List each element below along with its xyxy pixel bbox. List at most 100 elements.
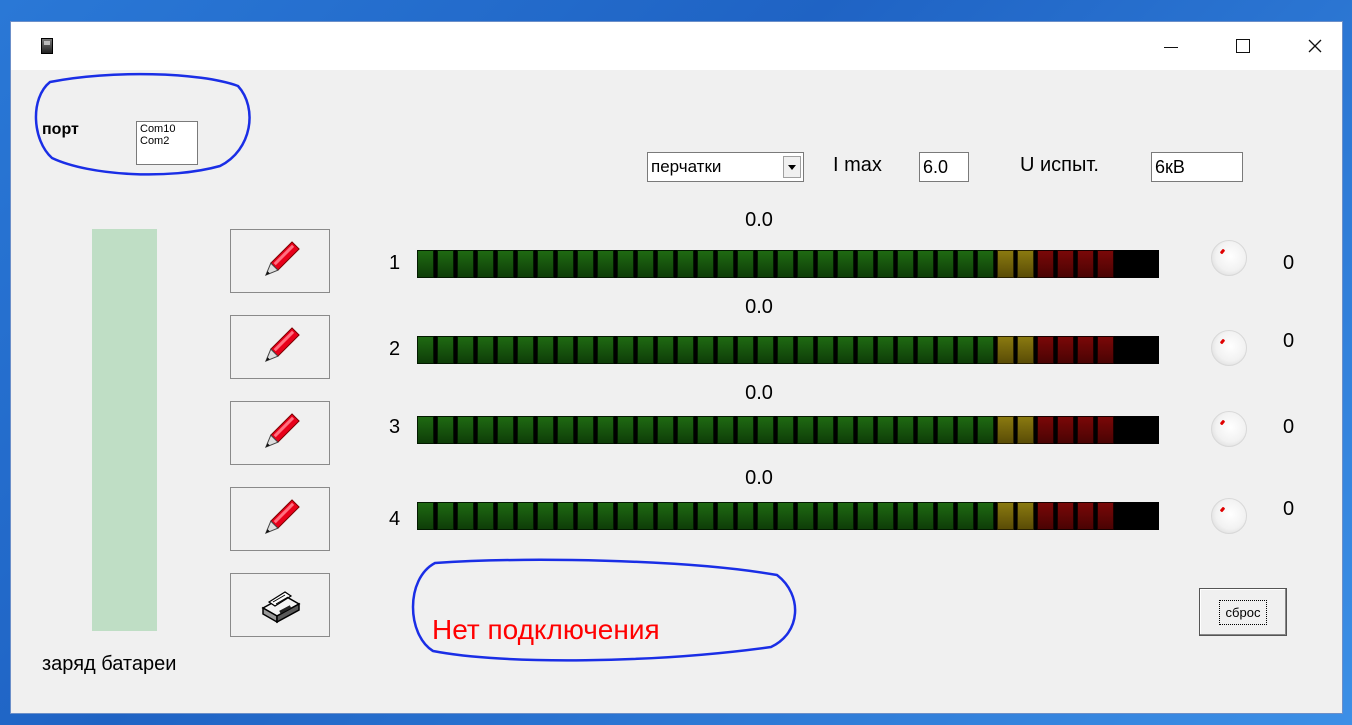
- meter-segment: [517, 336, 534, 364]
- meter-segment: [497, 416, 514, 444]
- meter-segment: [917, 250, 934, 278]
- imax-input[interactable]: 6.0: [919, 152, 969, 182]
- reset-button[interactable]: сброс: [1199, 588, 1287, 636]
- edit-channel-1-button[interactable]: [230, 229, 330, 293]
- edit-channel-4-button[interactable]: [230, 487, 330, 551]
- meter-segment: [817, 250, 834, 278]
- meter-segment: [777, 502, 794, 530]
- meter-segment: [657, 502, 674, 530]
- meter-segment: [717, 416, 734, 444]
- pen-icon: [264, 413, 300, 449]
- meter-segment: [837, 336, 854, 364]
- meter-segment: [977, 416, 994, 444]
- meter-segment: [417, 416, 434, 444]
- channel-3-meter: [417, 416, 1159, 444]
- meter-segment: [737, 502, 754, 530]
- channel-4-number: 4: [389, 508, 401, 530]
- channel-1-knob[interactable]: [1211, 240, 1247, 276]
- meter-segment: [457, 250, 474, 278]
- meter-segment: [557, 336, 574, 364]
- meter-segment: [457, 336, 474, 364]
- meter-segment: [917, 336, 934, 364]
- meter-segment: [877, 502, 894, 530]
- meter-segment: [857, 416, 874, 444]
- chevron-down-icon[interactable]: [783, 156, 801, 178]
- test-voltage-input[interactable]: 6кВ: [1151, 152, 1243, 182]
- meter-segment: [577, 250, 594, 278]
- meter-segment: [477, 250, 494, 278]
- app-icon: [41, 38, 53, 54]
- meter-segment: [437, 416, 454, 444]
- meter-segment: [1037, 416, 1054, 444]
- pen-icon: [264, 241, 300, 277]
- meter-segment: [937, 336, 954, 364]
- pen-icon: [264, 327, 300, 363]
- meter-segment: [597, 336, 614, 364]
- meter-segment: [597, 250, 614, 278]
- meter-segment: [817, 416, 834, 444]
- meter-segment: [497, 336, 514, 364]
- meter-segment: [637, 336, 654, 364]
- meter-segment: [557, 416, 574, 444]
- pen-icon: [264, 499, 300, 535]
- meter-segment: [757, 250, 774, 278]
- meter-segment: [997, 250, 1014, 278]
- minimize-button[interactable]: [1148, 22, 1194, 70]
- meter-segment: [437, 250, 454, 278]
- edit-channel-2-button[interactable]: [230, 315, 330, 379]
- channel-4-count: 0: [1283, 498, 1295, 520]
- channel-4-knob[interactable]: [1211, 498, 1247, 534]
- meter-segment: [437, 336, 454, 364]
- meter-segment: [457, 502, 474, 530]
- meter-segment: [477, 502, 494, 530]
- edit-channel-3-button[interactable]: [230, 401, 330, 465]
- channel-1-count: 0: [1283, 252, 1295, 274]
- meter-segment: [1097, 416, 1114, 444]
- meter-segment: [1097, 250, 1114, 278]
- meter-segment: [777, 250, 794, 278]
- maximize-button[interactable]: [1220, 22, 1266, 70]
- meter-segment: [957, 416, 974, 444]
- meter-segment: [797, 416, 814, 444]
- meter-segment: [597, 502, 614, 530]
- meter-segment: [697, 416, 714, 444]
- annotation-port-ellipse: [34, 72, 251, 176]
- meter-segment: [777, 336, 794, 364]
- test-voltage-label: U испыт.: [1020, 154, 1099, 176]
- channel-2-knob[interactable]: [1211, 330, 1247, 366]
- meter-segment: [837, 502, 854, 530]
- printer-icon: [261, 591, 301, 624]
- meter-segment: [557, 250, 574, 278]
- meter-segment: [457, 416, 474, 444]
- meter-segment: [977, 336, 994, 364]
- meter-segment: [597, 416, 614, 444]
- meter-segment: [617, 250, 634, 278]
- channel-4-meter: [417, 502, 1159, 530]
- channel-2-number: 2: [389, 338, 401, 360]
- mode-select[interactable]: перчатки: [647, 152, 804, 182]
- meter-segment: [617, 502, 634, 530]
- meter-segment: [837, 250, 854, 278]
- meter-segment: [957, 250, 974, 278]
- channel-3-knob[interactable]: [1211, 411, 1247, 447]
- close-button[interactable]: [1292, 22, 1338, 70]
- meter-segment: [417, 336, 434, 364]
- meter-segment: [517, 502, 534, 530]
- meter-segment: [1037, 336, 1054, 364]
- channel-1-value: 0.0: [745, 209, 773, 231]
- meter-segment: [577, 336, 594, 364]
- meter-segment: [737, 416, 754, 444]
- meter-segment: [417, 250, 434, 278]
- meter-segment: [1077, 336, 1094, 364]
- channel-2-meter: [417, 336, 1159, 364]
- meter-segment: [877, 416, 894, 444]
- meter-segment: [1057, 416, 1074, 444]
- meter-segment: [1057, 250, 1074, 278]
- meter-segment: [877, 336, 894, 364]
- meter-segment: [737, 336, 754, 364]
- imax-label: I max: [833, 154, 882, 176]
- meter-segment: [577, 502, 594, 530]
- meter-segment: [537, 502, 554, 530]
- print-button[interactable]: [230, 573, 330, 637]
- meter-segment: [937, 416, 954, 444]
